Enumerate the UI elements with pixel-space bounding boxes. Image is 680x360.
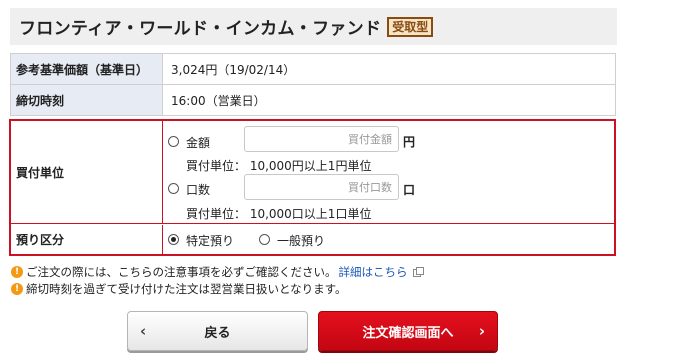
amount-input[interactable] <box>244 126 399 152</box>
amount-unit: 円 <box>403 135 416 149</box>
price-label: 参考基準価額（基準日） <box>10 53 163 85</box>
fund-title-bar: フロンティア・ワールド・インカム・ファンド 受取型 <box>10 8 617 45</box>
fund-type-badge: 受取型 <box>387 16 434 37</box>
note-item: ! ご注文の際には、こちらの注意事項を必ずご確認ください。 詳細はこちら <box>11 263 424 280</box>
units-unit-note: 買付単位： 10,000口以上1口単位 <box>186 207 372 221</box>
notes-section: ! ご注文の際には、こちらの注意事項を必ずご確認ください。 詳細はこちら ! 締… <box>11 263 424 297</box>
amount-unit-note: 買付単位： 10,000円以上1円単位 <box>186 159 372 173</box>
warning-icon: ! <box>11 282 23 295</box>
cutoff-value: 16:00（営業日） <box>162 84 616 116</box>
order-form: 買付単位 金額 円 買付単位： 10,000円以上1円単位 口数 口 買付単位：… <box>9 119 616 256</box>
chevron-left-icon: ‹ <box>140 322 147 340</box>
back-button-label: 戻る <box>204 325 231 341</box>
chevron-right-icon: › <box>478 322 485 340</box>
deposit-type-row: 預り区分 特定預り 一般預り <box>11 225 614 254</box>
confirm-order-button-label: 注文確認画面へ <box>362 325 454 341</box>
price-value: 3,024円（19/02/14） <box>162 53 616 85</box>
units-unit: 口 <box>403 183 416 197</box>
confirm-order-button[interactable]: 注文確認画面へ › <box>318 311 498 351</box>
deposit-specific-label[interactable]: 特定預り <box>186 232 234 249</box>
units-radio[interactable] <box>168 183 179 194</box>
price-row: 参考基準価額（基準日） 3,024円（19/02/14） <box>10 53 616 85</box>
note-item: ! 締切時刻を過ぎて受け付けた注文は翌営業日扱いとなります。 <box>11 280 423 297</box>
details-link[interactable]: 詳細はこちら <box>339 264 408 280</box>
warning-icon: ! <box>11 265 23 278</box>
units-option-label[interactable]: 口数 <box>186 181 210 198</box>
note-text: ご注文の際には、こちらの注意事項を必ずご確認ください。 <box>26 264 337 279</box>
amount-radio[interactable] <box>168 136 179 147</box>
deposit-general-label[interactable]: 一般預り <box>277 232 325 249</box>
deposit-type-label: 預り区分 <box>11 225 163 254</box>
units-input[interactable] <box>244 174 399 200</box>
fund-info-table: 参考基準価額（基準日） 3,024円（19/02/14） 締切時刻 16:00（… <box>10 53 616 116</box>
cutoff-label: 締切時刻 <box>10 84 163 116</box>
note-text: 締切時刻を過ぎて受け付けた注文は翌営業日扱いとなります。 <box>26 281 347 296</box>
amount-option-label[interactable]: 金額 <box>186 134 210 151</box>
cutoff-row: 締切時刻 16:00（営業日） <box>10 84 616 116</box>
fund-name: フロンティア・ワールド・インカム・ファンド <box>19 19 382 39</box>
external-window-icon[interactable] <box>412 267 424 277</box>
deposit-specific-radio[interactable] <box>168 234 179 245</box>
deposit-general-radio[interactable] <box>259 234 270 245</box>
purchase-unit-row: 買付単位 金額 円 買付単位： 10,000円以上1円単位 口数 口 買付単位：… <box>11 121 614 224</box>
purchase-unit-label: 買付単位 <box>11 121 163 223</box>
back-button[interactable]: ‹ 戻る <box>127 311 308 351</box>
